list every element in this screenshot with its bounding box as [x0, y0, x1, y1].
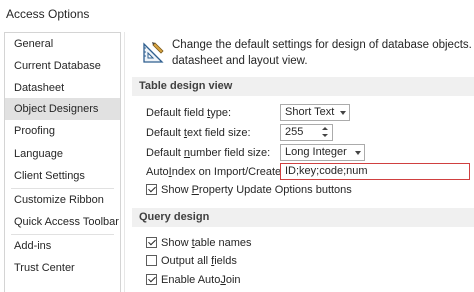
chevron-down-icon — [340, 111, 346, 115]
section-header-query-design: Query design — [132, 208, 474, 227]
field-type-value: Short Text — [285, 106, 335, 118]
text-field-size-spinner[interactable]: 255 — [280, 124, 333, 141]
sidebar-item-customize-ribbon[interactable]: Customize Ribbon — [5, 189, 120, 211]
options-sidebar: General Current Database Datasheet Objec… — [4, 32, 121, 292]
show-property-update-row[interactable]: Show Property Update Options buttons — [146, 183, 352, 197]
autoindex-input[interactable]: ID;key;code;num — [280, 163, 470, 180]
sidebar-item-datasheet[interactable]: Datasheet — [5, 77, 120, 99]
spinner-buttons[interactable] — [320, 125, 332, 140]
show-property-update-checkbox[interactable] — [146, 184, 157, 195]
sidebar-item-trust-center[interactable]: Trust Center — [5, 257, 120, 279]
sidebar-item-language[interactable]: Language — [5, 143, 120, 165]
number-field-size-label: Default number field size: — [146, 147, 271, 159]
intro-description: Change the default settings for design o… — [172, 37, 474, 69]
design-ruler-icon — [143, 42, 164, 63]
output-all-fields-row[interactable]: Output all fields — [146, 254, 237, 268]
spin-up-icon — [322, 127, 328, 130]
chevron-down-icon — [355, 151, 361, 155]
autoindex-label: AutoIndex on Import/Create: — [146, 166, 285, 178]
section-header-table-design: Table design view — [132, 77, 474, 96]
spin-down-icon — [322, 134, 328, 137]
show-table-names-row[interactable]: Show table names — [146, 236, 252, 250]
sidebar-item-add-ins[interactable]: Add-ins — [5, 235, 120, 257]
field-type-dropdown[interactable]: Short Text — [280, 104, 350, 121]
sidebar-item-client-settings[interactable]: Client Settings — [5, 165, 120, 187]
number-field-size-value: Long Integer — [285, 146, 347, 158]
text-field-size-label: Default text field size: — [146, 127, 251, 139]
sidebar-item-general[interactable]: General — [5, 33, 120, 55]
sidebar-item-object-designers[interactable]: Object Designers — [5, 98, 120, 120]
sidebar-item-quick-access-toolbar[interactable]: Quick Access Toolbar — [5, 211, 120, 233]
text-field-size-value: 255 — [285, 126, 304, 138]
enable-autojoin-row[interactable]: Enable AutoJoin — [146, 273, 241, 287]
show-table-names-checkbox[interactable] — [146, 237, 157, 248]
intro-line-1: Change the default settings for design o… — [172, 39, 474, 51]
number-field-size-dropdown[interactable]: Long Integer — [280, 144, 365, 161]
output-all-fields-checkbox[interactable] — [146, 255, 157, 266]
options-main-panel: Change the default settings for design o… — [131, 32, 474, 292]
enable-autojoin-checkbox[interactable] — [146, 274, 157, 285]
panel-divider — [124, 32, 125, 292]
sidebar-item-current-database[interactable]: Current Database — [5, 55, 120, 77]
intro-line-2: datasheet and layout view. — [172, 55, 308, 67]
sidebar-item-proofing[interactable]: Proofing — [5, 120, 120, 142]
field-type-label: Default field type: — [146, 107, 232, 119]
window-title: Access Options — [6, 7, 90, 21]
